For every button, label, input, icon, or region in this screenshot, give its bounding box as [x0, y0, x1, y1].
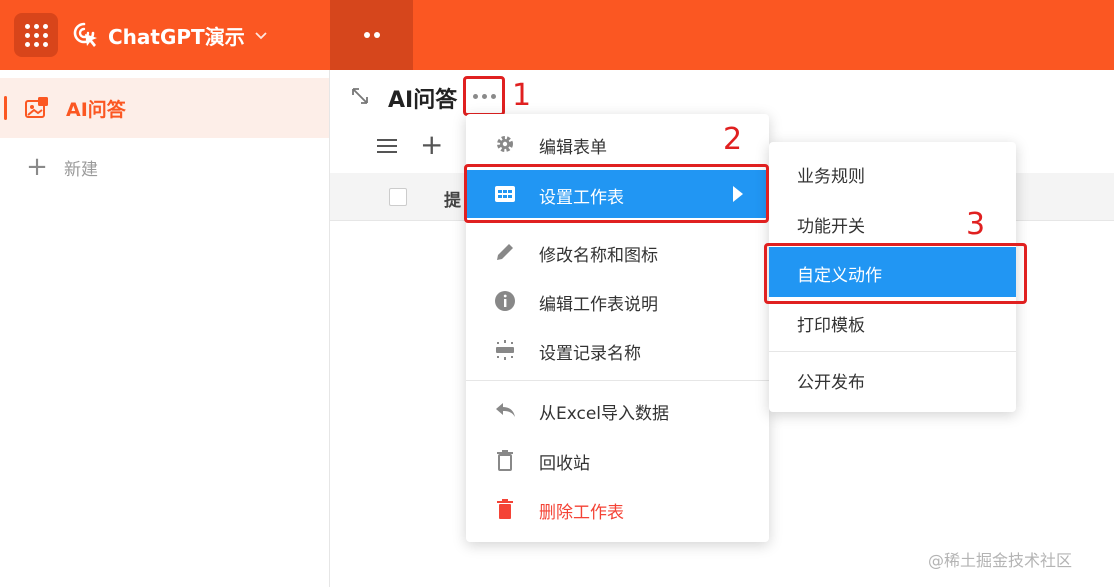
submenu-item-label: 功能开关 — [797, 217, 865, 237]
menu-item-recycle-bin[interactable]: 回收站 — [466, 436, 769, 484]
worksheet-image-icon — [25, 97, 48, 118]
menu-item-worksheet-settings[interactable]: 设置工作表 — [466, 170, 769, 218]
menu-divider — [466, 380, 769, 381]
menu-item-rename[interactable]: 修改名称和图标 — [466, 228, 769, 276]
menu-item-import-excel[interactable]: 从Excel导入数据 — [466, 386, 769, 434]
reply-arrow-icon — [496, 403, 515, 417]
submenu-item-custom-action[interactable]: 自定义动作 — [769, 247, 1016, 297]
submenu-item-label: 打印模板 — [797, 316, 865, 336]
submenu-divider — [769, 351, 1016, 352]
dot — [363, 32, 370, 38]
dot — [472, 93, 478, 99]
list-view-icon[interactable] — [376, 137, 398, 155]
trash-filled-icon — [497, 499, 513, 519]
sidebar: AI问答 + 新建 — [0, 70, 330, 587]
menu-item-record-name[interactable]: 设置记录名称 — [466, 326, 769, 374]
info-icon — [495, 291, 515, 311]
submenu-item-business-rules[interactable]: 业务规则 — [769, 148, 1016, 198]
sidebar-item-ai-qa[interactable]: AI问答 — [0, 78, 329, 138]
menu-item-label: 从Excel导入数据 — [539, 404, 670, 424]
sidebar-new-button[interactable]: + 新建 — [24, 154, 98, 180]
submenu-item-label: 业务规则 — [797, 167, 865, 187]
annotation-3: 3 — [966, 207, 986, 242]
select-all-checkbox[interactable] — [389, 188, 407, 206]
sidebar-new-label: 新建 — [64, 159, 98, 180]
more-tabs-button[interactable] — [330, 0, 413, 70]
dot — [481, 93, 487, 99]
menu-item-label: 编辑表单 — [539, 138, 607, 158]
annotation-2: 2 — [723, 122, 743, 157]
menu-item-label: 修改名称和图标 — [539, 246, 658, 266]
trash-outline-icon — [497, 450, 513, 471]
add-record-button[interactable]: + — [420, 130, 443, 160]
record-name-icon — [496, 340, 514, 360]
chevron-down-icon — [255, 32, 267, 40]
page-title: AI问答 — [388, 88, 458, 113]
plus-icon: + — [26, 152, 48, 182]
worksheet-settings-submenu: 业务规则 功能开关 自定义动作 打印模板 公开发布 — [769, 142, 1016, 412]
menu-item-delete-worksheet[interactable]: 删除工作表 — [466, 485, 769, 533]
dot — [490, 93, 496, 99]
top-bar: ChatGPT演示 — [0, 0, 1114, 70]
menu-item-label: 设置记录名称 — [539, 344, 641, 364]
apps-grid-icon — [24, 23, 48, 47]
menu-item-label: 回收站 — [539, 454, 590, 474]
menu-item-label: 编辑工作表说明 — [539, 295, 658, 315]
active-indicator — [4, 96, 7, 120]
annotation-1: 1 — [512, 78, 532, 113]
app-title: ChatGPT演示 — [108, 24, 245, 49]
submenu-item-label: 公开发布 — [797, 373, 865, 393]
app-switcher[interactable]: ChatGPT演示 — [72, 18, 267, 52]
dot — [373, 32, 380, 38]
worksheet-menu: 编辑表单 设置工作表 修改名称和图标 编辑工作表说明 设置记录名称 从Excel… — [466, 114, 769, 542]
caret-right-icon — [733, 186, 743, 202]
menu-item-label: 删除工作表 — [539, 503, 624, 523]
menu-item-edit-description[interactable]: 编辑工作表说明 — [466, 277, 769, 325]
gear-icon — [497, 136, 513, 152]
worksheet-more-button[interactable] — [463, 76, 505, 116]
apps-menu-button[interactable] — [14, 13, 58, 57]
column-header: 提 — [444, 191, 461, 211]
table-grid-icon — [495, 186, 515, 202]
submenu-item-label: 自定义动作 — [797, 266, 882, 286]
cursor-click-icon — [73, 22, 97, 47]
submenu-item-print-template[interactable]: 打印模板 — [769, 297, 1016, 347]
expand-icon[interactable] — [350, 86, 370, 106]
menu-item-label: 设置工作表 — [539, 188, 624, 208]
watermark: @稀土掘金技术社区 — [928, 551, 1073, 570]
submenu-item-public-publish[interactable]: 公开发布 — [769, 354, 1016, 404]
sidebar-item-label: AI问答 — [66, 99, 126, 121]
pencil-icon — [497, 244, 513, 260]
